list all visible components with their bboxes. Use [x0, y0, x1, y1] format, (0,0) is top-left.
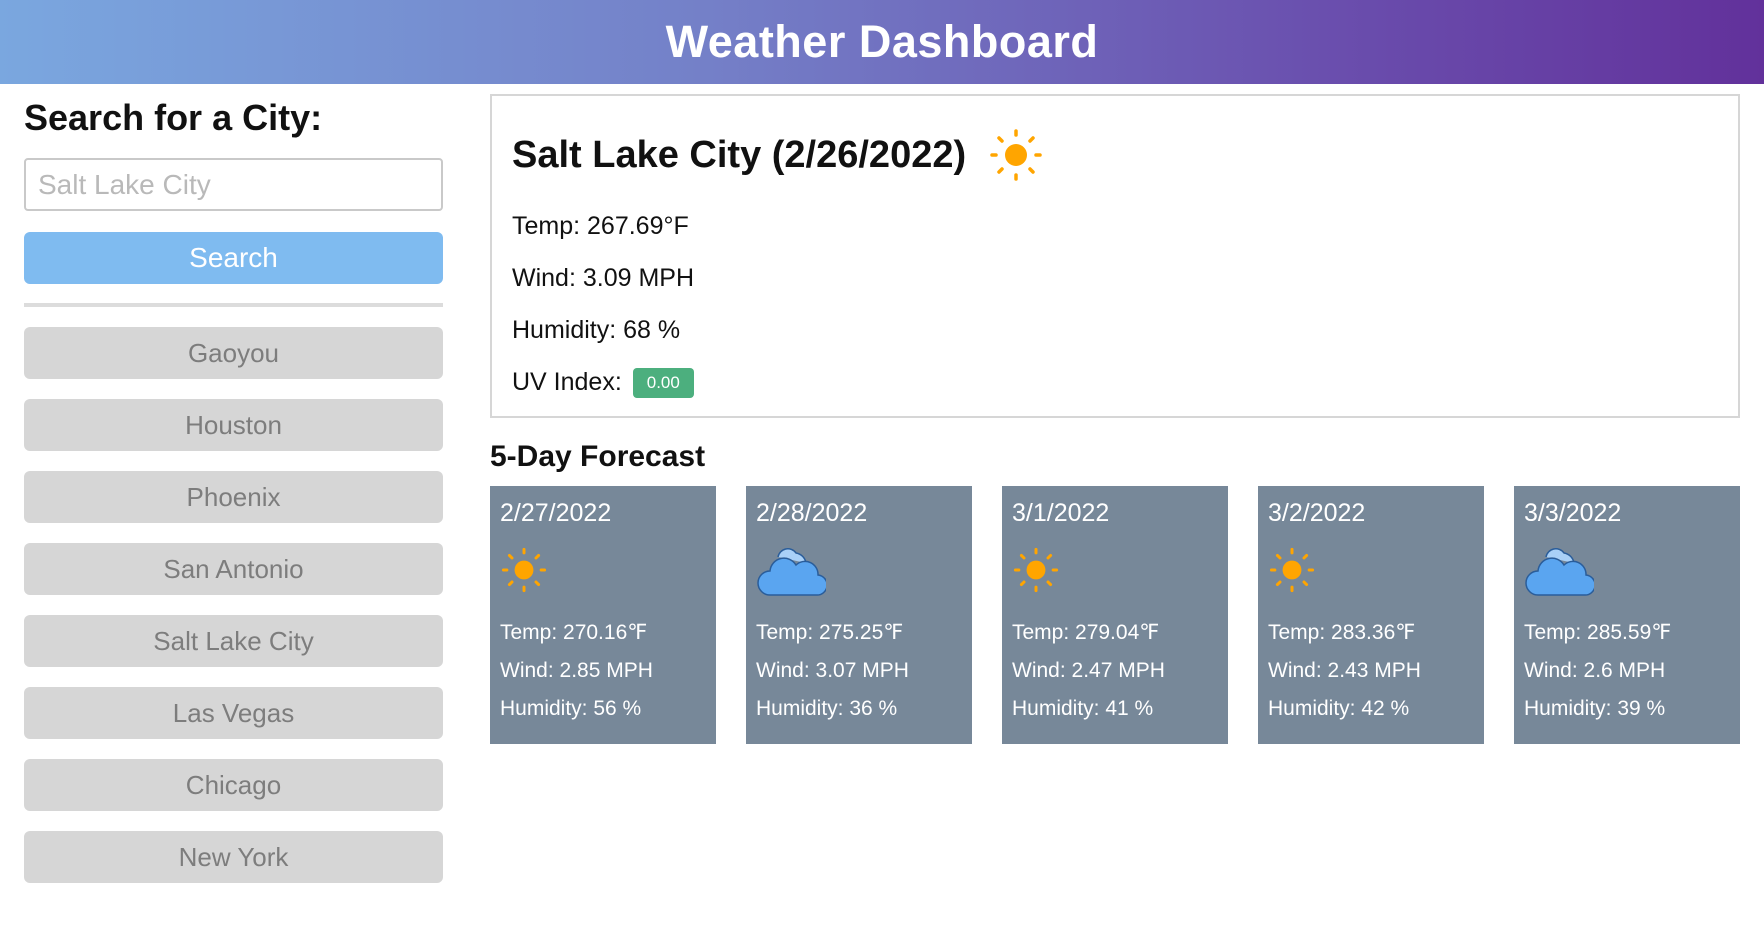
current-wind: Wind: 3.09 MPH	[512, 264, 695, 292]
forecast-card: 3/1/2022 Temp: 279.04℉ Wind: 2.47 MPH Hu…	[1002, 486, 1228, 744]
forecast-date: 2/28/2022	[756, 499, 868, 527]
history-item-phoenix[interactable]: Phoenix	[24, 471, 443, 523]
uv-index-badge: 0.00	[632, 368, 694, 399]
forecast-row: 2/27/2022 Temp: 270.16℉ Wind: 2.85 MPH H…	[490, 486, 1740, 744]
current-city-title: Salt Lake City (2/26/2022)	[512, 133, 967, 176]
forecast-temp: Temp: 275.25℉	[756, 621, 904, 644]
history-item-salt-lake-city[interactable]: Salt Lake City	[24, 615, 443, 667]
sun-icon	[1269, 547, 1315, 593]
uv-label: UV Index:	[512, 368, 622, 396]
sun-icon	[501, 547, 547, 593]
forecast-wind: Wind: 2.47 MPH	[1012, 659, 1165, 682]
search-button[interactable]: Search	[24, 232, 443, 284]
forecast-card: 3/2/2022 Temp: 283.36℉ Wind: 2.43 MPH Hu…	[1258, 486, 1484, 744]
sun-icon	[990, 129, 1042, 181]
forecast-humidity: Humidity: 41 %	[1012, 697, 1154, 720]
forecast-temp: Temp: 283.36℉	[1268, 621, 1416, 644]
forecast-card: 2/27/2022 Temp: 270.16℉ Wind: 2.85 MPH H…	[490, 486, 716, 744]
forecast-card: 3/3/2022 Temp: 285.59℉ Wind: 2.6 MPH Hum…	[1514, 486, 1740, 744]
forecast-date: 3/2/2022	[1268, 499, 1366, 527]
history-item-new-york[interactable]: New York	[24, 831, 443, 883]
history-item-chicago[interactable]: Chicago	[24, 759, 443, 811]
forecast-humidity: Humidity: 39 %	[1524, 697, 1666, 720]
cloud-icon	[1525, 548, 1594, 596]
sidebar-divider	[24, 303, 443, 307]
current-weather-panel: Salt Lake City (2/26/2022) Temp: 267.69°…	[490, 94, 1740, 418]
page-header: Weather Dashboard	[0, 0, 1764, 84]
forecast-temp: Temp: 270.16℉	[500, 621, 648, 644]
forecast-humidity: Humidity: 42 %	[1268, 697, 1410, 720]
page-title: Weather Dashboard	[665, 16, 1099, 67]
current-weather-header: Salt Lake City (2/26/2022)	[512, 126, 1718, 184]
forecast-wind: Wind: 2.85 MPH	[500, 659, 653, 682]
forecast-wind: Wind: 2.6 MPH	[1524, 659, 1666, 682]
forecast-humidity: Humidity: 56 %	[500, 697, 642, 720]
search-history-list: Gaoyou Houston Phoenix San Antonio Salt …	[24, 327, 443, 883]
history-item-gaoyou[interactable]: Gaoyou	[24, 327, 443, 379]
current-humidity: Humidity: 68 %	[512, 316, 681, 344]
forecast-temp: Temp: 285.59℉	[1524, 621, 1672, 644]
forecast-date: 3/1/2022	[1012, 499, 1110, 527]
forecast-card: 2/28/2022 Temp: 275.25℉ Wind: 3.07 MPH H…	[746, 486, 972, 744]
city-search-input[interactable]	[24, 158, 443, 211]
forecast-temp: Temp: 279.04℉	[1012, 621, 1160, 644]
forecast-date: 3/3/2022	[1524, 499, 1622, 527]
forecast-humidity: Humidity: 36 %	[756, 697, 898, 720]
forecast-wind: Wind: 2.43 MPH	[1268, 659, 1421, 682]
search-sidebar: Search for a City: Search Gaoyou Houston…	[24, 96, 443, 903]
forecast-date: 2/27/2022	[500, 499, 612, 527]
forecast-wind: Wind: 3.07 MPH	[756, 659, 909, 682]
history-item-las-vegas[interactable]: Las Vegas	[24, 687, 443, 739]
current-uv-row: UV Index: 0.00	[512, 356, 1718, 408]
forecast-heading: 5-Day Forecast	[490, 440, 706, 473]
current-temp: Temp: 267.69°F	[512, 212, 689, 240]
cloud-icon	[757, 548, 826, 596]
search-heading: Search for a City:	[24, 97, 323, 138]
sun-icon	[1013, 547, 1059, 593]
history-item-san-antonio[interactable]: San Antonio	[24, 543, 443, 595]
history-item-houston[interactable]: Houston	[24, 399, 443, 451]
